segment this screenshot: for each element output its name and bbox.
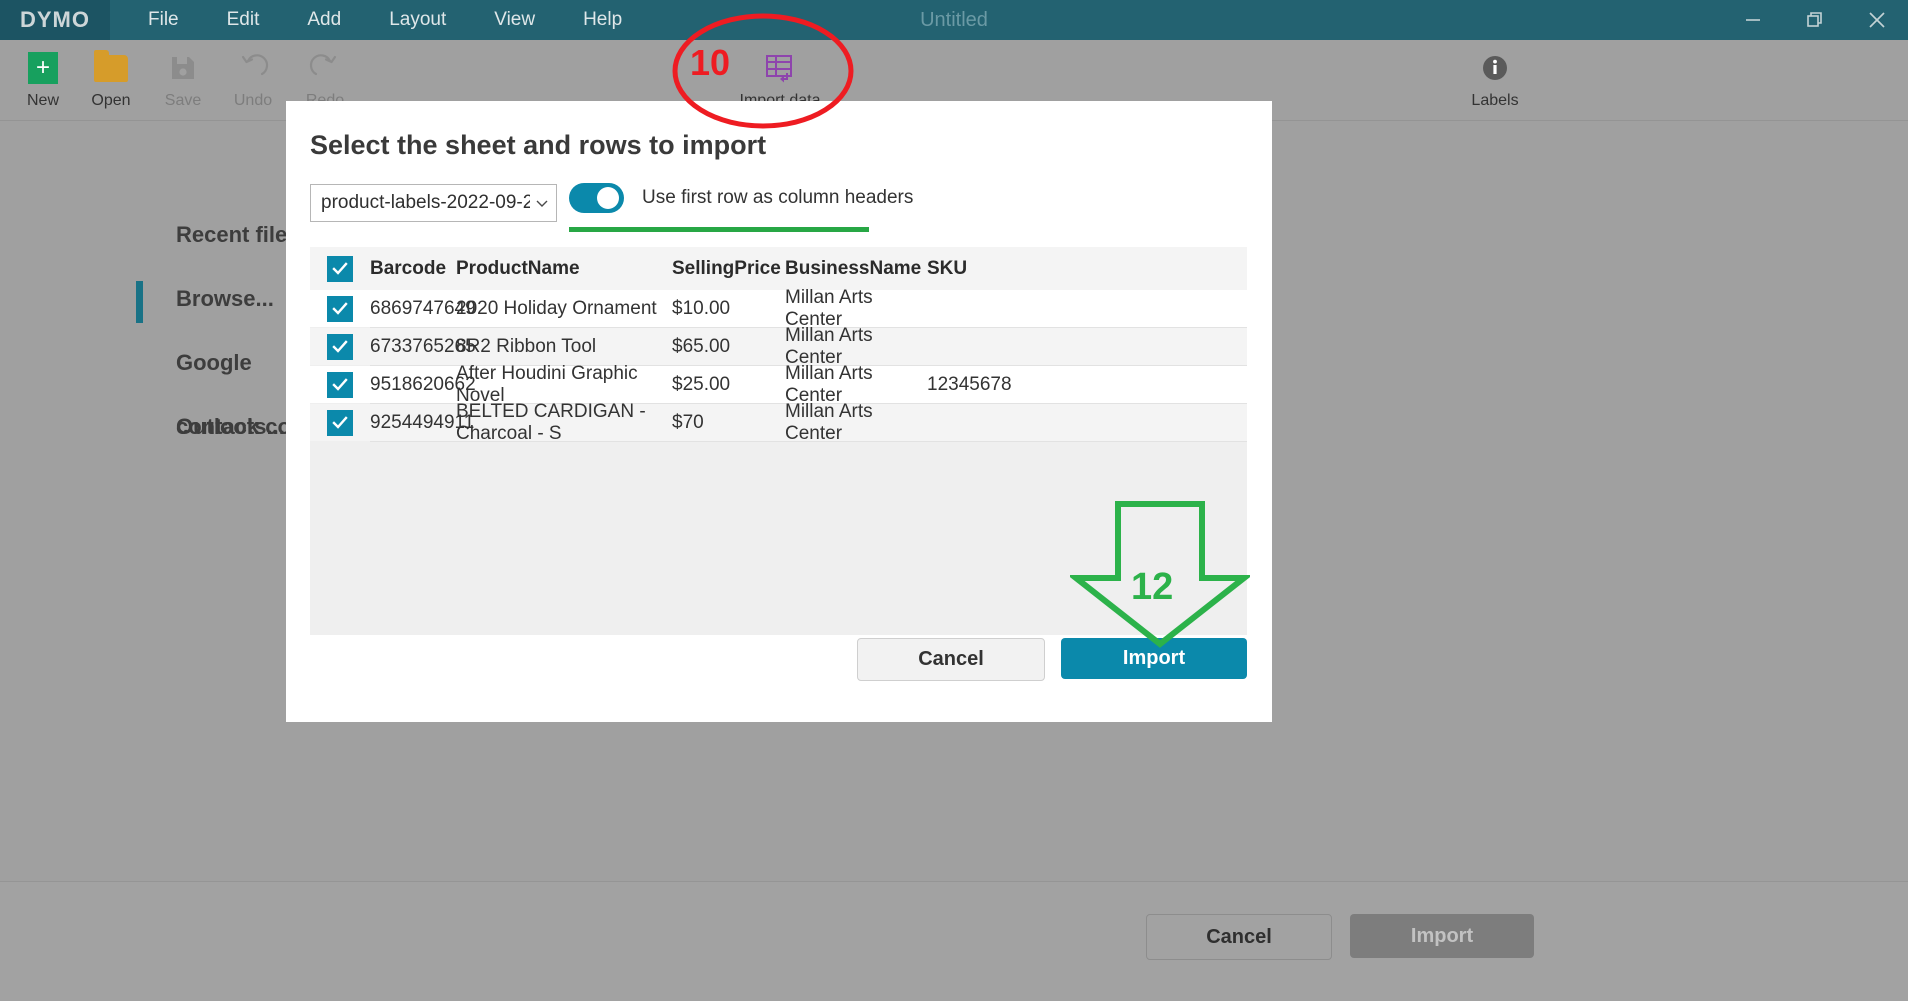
row-checkbox[interactable] xyxy=(327,410,353,436)
footer-bar: Cancel Import xyxy=(0,881,1908,1001)
menu-bar: File Edit Add Layout View Help xyxy=(124,0,646,40)
first-row-headers-toggle[interactable] xyxy=(569,183,624,213)
dialog-title: Select the sheet and rows to import xyxy=(310,130,766,161)
check-icon xyxy=(331,414,349,432)
select-all-checkbox-cell[interactable] xyxy=(310,256,370,282)
cell-businessname: Millan Arts Center xyxy=(785,401,927,445)
minimize-button[interactable] xyxy=(1722,0,1784,40)
sheet-select-value: product-labels-2022-09-2 xyxy=(321,192,530,214)
cell-sellingprice: $65.00 xyxy=(672,336,785,358)
table-row[interactable]: 6869747649 2020 Holiday Ornament $10.00 … xyxy=(310,290,1247,327)
dialog-cancel-label: Cancel xyxy=(918,648,984,671)
menu-item-view[interactable]: View xyxy=(470,0,559,40)
annotation-green-underline xyxy=(569,227,869,232)
check-icon xyxy=(331,260,349,278)
title-bar: DYMO File Edit Add Layout View Help Unti… xyxy=(0,0,1908,40)
cell-sellingprice: $70 xyxy=(672,412,785,434)
table-row[interactable]: 9254494911 BELTED CARDIGAN - Charcoal - … xyxy=(310,404,1247,441)
cell-productname: 2020 Holiday Ornament xyxy=(456,298,672,320)
sidebar-item-label: Recent files xyxy=(176,222,300,247)
close-button[interactable] xyxy=(1846,0,1908,40)
labels-button-label: Labels xyxy=(1452,92,1538,110)
footer-import-label: Import xyxy=(1411,925,1473,948)
footer-import-button[interactable]: Import xyxy=(1350,914,1534,958)
select-all-checkbox[interactable] xyxy=(327,256,353,282)
menu-item-layout[interactable]: Layout xyxy=(365,0,470,40)
row-checkbox[interactable] xyxy=(327,372,353,398)
row-checkbox[interactable] xyxy=(327,296,353,322)
cell-barcode: 6869747649 xyxy=(370,298,456,320)
check-icon xyxy=(331,300,349,318)
import-data-icon xyxy=(710,48,850,88)
table-row[interactable]: 6733765265 8R2 Ribbon Tool $65.00 Millan… xyxy=(310,328,1247,365)
check-icon xyxy=(331,338,349,356)
restore-icon xyxy=(1804,9,1826,31)
column-header-businessname[interactable]: BusinessName xyxy=(785,258,927,280)
first-row-headers-label: Use first row as column headers xyxy=(642,187,913,209)
cell-productname: BELTED CARDIGAN - Charcoal - S xyxy=(456,401,672,445)
cell-barcode: 9518620662 xyxy=(370,374,456,396)
column-header-productname[interactable]: ProductName xyxy=(456,258,672,280)
toggle-knob xyxy=(597,187,619,209)
row-checkbox-cell[interactable] xyxy=(310,334,370,360)
cell-barcode: 9254494911 xyxy=(370,412,456,434)
cell-sku: 12345678 xyxy=(927,374,1047,396)
minimize-icon xyxy=(1742,9,1764,31)
table-header-row: Barcode ProductName SellingPrice Busines… xyxy=(310,247,1247,290)
sheet-select[interactable]: product-labels-2022-09-2 xyxy=(310,184,557,222)
footer-cancel-button[interactable]: Cancel xyxy=(1146,914,1332,960)
redo-icon xyxy=(282,48,368,88)
check-icon xyxy=(331,376,349,394)
window-controls xyxy=(1722,0,1908,40)
cell-sellingprice: $10.00 xyxy=(672,298,785,320)
table-row[interactable]: 9518620662 After Houdini Graphic Novel $… xyxy=(310,366,1247,403)
dialog-cancel-button[interactable]: Cancel xyxy=(857,638,1045,681)
row-checkbox-cell[interactable] xyxy=(310,410,370,436)
cell-productname: 8R2 Ribbon Tool xyxy=(456,336,672,358)
import-preview-table: Barcode ProductName SellingPrice Busines… xyxy=(310,247,1247,635)
labels-button[interactable]: Labels xyxy=(1452,48,1538,110)
footer-cancel-label: Cancel xyxy=(1206,926,1272,949)
menu-item-add[interactable]: Add xyxy=(283,0,365,40)
cell-sellingprice: $25.00 xyxy=(672,374,785,396)
dymo-logo-text: DYMO xyxy=(20,7,90,33)
dymo-app-window: DYMO File Edit Add Layout View Help Unti… xyxy=(0,0,1908,1001)
menu-item-help[interactable]: Help xyxy=(559,0,646,40)
chevron-down-icon xyxy=(534,195,550,211)
row-checkbox[interactable] xyxy=(327,334,353,360)
first-row-headers-toggle-group: Use first row as column headers xyxy=(569,183,913,213)
info-icon xyxy=(1452,48,1538,88)
sidebar-item-label: Browse... xyxy=(176,286,274,311)
dialog-import-label: Import xyxy=(1123,647,1185,670)
dialog-import-button[interactable]: Import xyxy=(1061,638,1247,679)
menu-item-file[interactable]: File xyxy=(124,0,203,40)
restore-button[interactable] xyxy=(1784,0,1846,40)
row-checkbox-cell[interactable] xyxy=(310,372,370,398)
column-header-barcode[interactable]: Barcode xyxy=(370,258,456,280)
menu-item-edit[interactable]: Edit xyxy=(203,0,284,40)
close-icon xyxy=(1865,8,1889,32)
dymo-logo: DYMO xyxy=(0,0,110,40)
cell-barcode: 6733765265 xyxy=(370,336,456,358)
row-checkbox-cell[interactable] xyxy=(310,296,370,322)
column-header-sellingprice[interactable]: SellingPrice xyxy=(672,258,785,280)
import-dialog: Select the sheet and rows to import prod… xyxy=(286,101,1272,722)
column-header-sku[interactable]: SKU xyxy=(927,258,1047,280)
